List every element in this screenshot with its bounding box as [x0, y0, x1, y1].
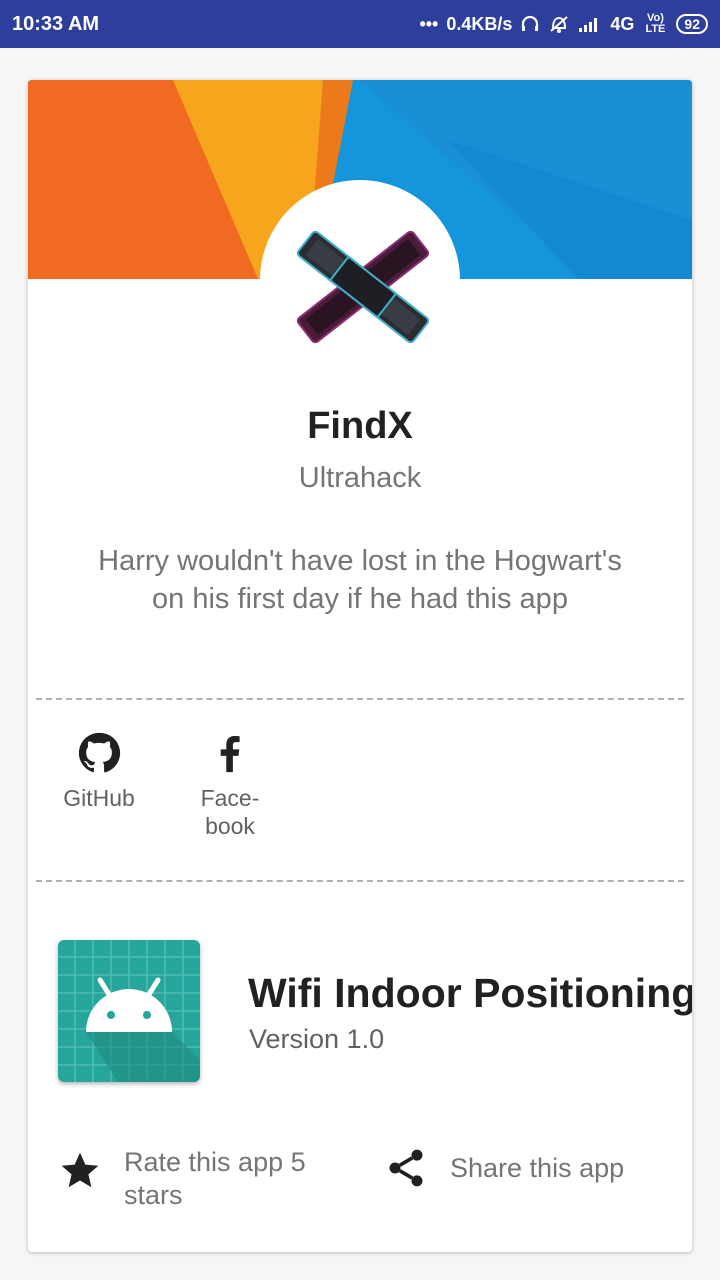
facebook-link[interactable]: Face- book [180, 730, 280, 840]
github-label: GitHub [63, 785, 135, 811]
about-card: FindX Ultrahack Harry wouldn't have lost… [28, 80, 692, 1252]
signal-icon [578, 15, 602, 33]
app-icon [58, 940, 200, 1082]
status-icons: ••• 0.4KB/s 4G Vo) LTE 92 [419, 13, 708, 35]
network-speed: 0.4KB/s [446, 13, 513, 34]
dots-icon: ••• [419, 13, 439, 34]
facebook-icon [220, 735, 240, 773]
app-version: Version 1.0 [249, 1024, 385, 1054]
network-type: 4G [610, 13, 635, 34]
status-bar: 10:33 AM ••• 0.4KB/s 4G Vo) LTE 92 [0, 0, 720, 48]
star-icon [61, 1152, 99, 1188]
headphones-icon [520, 14, 540, 34]
rate-app-button[interactable]: Rate this app 5 stars [58, 1146, 338, 1212]
rate-app-label: Rate this app 5 stars [124, 1147, 306, 1210]
divider [36, 698, 684, 700]
github-link[interactable]: GitHub [49, 730, 149, 812]
divider [36, 880, 684, 882]
share-app-button[interactable]: Share this app [384, 1146, 684, 1190]
alarm-off-icon [548, 14, 570, 34]
android-icon [58, 940, 200, 1082]
profile-description: Harry wouldn't have lost in the Hogwart'… [98, 545, 622, 615]
profile-name: FindX [307, 405, 413, 447]
share-icon [389, 1149, 423, 1187]
app-name: Wifi Indoor Positioning [248, 970, 692, 1016]
battery-icon: 92 [676, 14, 708, 34]
volte-icon: Vo) LTE [645, 12, 666, 35]
profile-team: Ultrahack [298, 462, 422, 494]
facebook-label: Face- book [200, 785, 260, 839]
status-time: 10:33 AM [12, 12, 100, 35]
github-icon [78, 732, 121, 773]
share-app-label: Share this app [450, 1153, 625, 1183]
profile-avatar [296, 230, 430, 344]
